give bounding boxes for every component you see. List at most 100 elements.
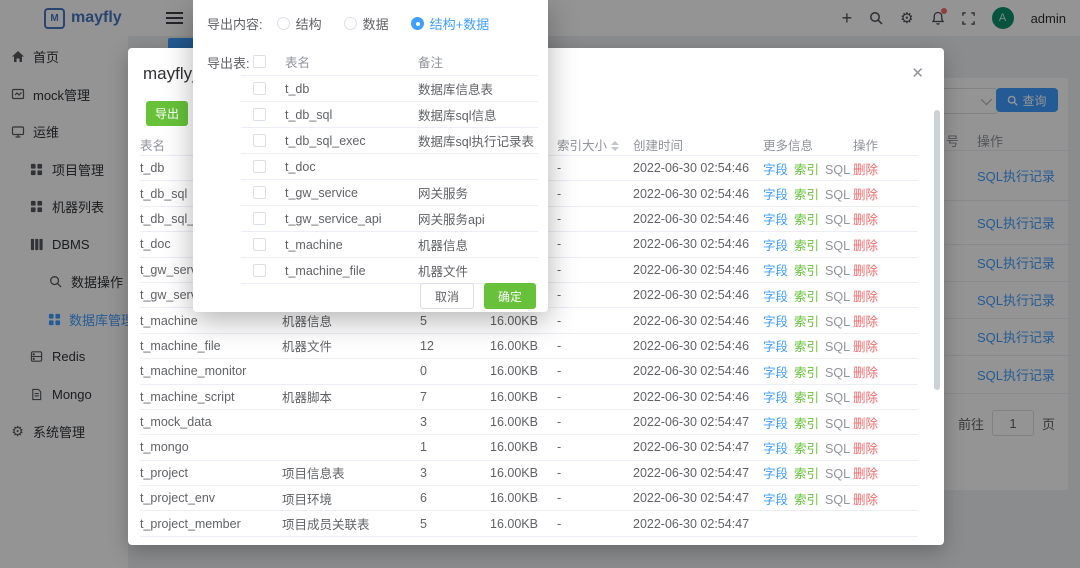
- row-checkbox[interactable]: [253, 186, 266, 199]
- delete-link[interactable]: 删除: [853, 467, 878, 481]
- cell-action: 删除: [853, 235, 918, 254]
- cell-more-info: 字段索引 SQL: [763, 235, 853, 254]
- delete-link[interactable]: 删除: [853, 417, 878, 431]
- fields-link[interactable]: 字段: [763, 239, 788, 253]
- row-checkbox[interactable]: [253, 160, 266, 173]
- export-tables-table: 表名 备注 t_db数据库信息表t_db_sql数据库sql信息t_db_sql…: [241, 48, 538, 284]
- indexes-link[interactable]: 索引: [794, 417, 819, 431]
- indexes-link[interactable]: 索引: [794, 315, 819, 329]
- sql-link[interactable]: SQL: [825, 264, 850, 278]
- indexes-link[interactable]: 索引: [794, 366, 819, 380]
- delete-link[interactable]: 删除: [853, 315, 878, 329]
- delete-link[interactable]: 删除: [853, 213, 878, 227]
- cell-index-size: -: [557, 466, 633, 480]
- cell-table-name: t_doc: [285, 160, 418, 174]
- fields-link[interactable]: 字段: [763, 264, 788, 278]
- vertical-scrollbar[interactable]: [934, 110, 940, 390]
- sql-link[interactable]: SQL: [825, 467, 850, 481]
- row-checkbox[interactable]: [253, 134, 266, 147]
- fields-link[interactable]: 字段: [763, 315, 788, 329]
- select-all-checkbox[interactable]: [253, 55, 266, 68]
- sql-link[interactable]: SQL: [825, 340, 850, 354]
- indexes-link[interactable]: 索引: [794, 188, 819, 202]
- cell-table-name: t_machine: [285, 238, 418, 252]
- cell-more-info: 字段索引 SQL: [763, 159, 853, 178]
- sql-link[interactable]: SQL: [825, 493, 850, 507]
- indexes-link[interactable]: 索引: [794, 264, 819, 278]
- delete-link[interactable]: 删除: [853, 391, 878, 405]
- fields-link[interactable]: 字段: [763, 467, 788, 481]
- close-icon[interactable]: ✕: [911, 64, 924, 82]
- radio-label: 结构: [296, 14, 322, 33]
- fields-link[interactable]: 字段: [763, 442, 788, 456]
- cell-action: 删除: [853, 362, 918, 381]
- row-checkbox[interactable]: [253, 212, 266, 225]
- sql-link[interactable]: SQL: [825, 315, 850, 329]
- fields-link[interactable]: 字段: [763, 366, 788, 380]
- indexes-link[interactable]: 索引: [794, 493, 819, 507]
- delete-link[interactable]: 删除: [853, 493, 878, 507]
- radio-icon: [411, 17, 424, 30]
- export-content-row: 导出内容: 结构数据结构+数据: [207, 12, 489, 34]
- fields-link[interactable]: 字段: [763, 391, 788, 405]
- radio-option-2[interactable]: 结构+数据: [411, 14, 490, 33]
- sql-link[interactable]: SQL: [825, 163, 850, 177]
- fields-link[interactable]: 字段: [763, 493, 788, 507]
- delete-link[interactable]: 删除: [853, 239, 878, 253]
- sql-link[interactable]: SQL: [825, 239, 850, 253]
- delete-link[interactable]: 删除: [853, 188, 878, 202]
- cell-more-info: 字段索引 SQL: [763, 438, 853, 457]
- indexes-link[interactable]: 索引: [794, 442, 819, 456]
- cell-remark: 网关服务: [418, 183, 538, 202]
- cell-more-info: 字段索引 SQL: [763, 286, 853, 305]
- cell-created-time: 2022-06-30 02:54:46: [633, 364, 763, 378]
- dialog-footer: 取消 确定: [420, 283, 536, 309]
- fields-link[interactable]: 字段: [763, 188, 788, 202]
- delete-link[interactable]: 删除: [853, 290, 878, 304]
- sql-link[interactable]: SQL: [825, 366, 850, 380]
- cell-row-count: 3: [420, 466, 490, 480]
- cell-index-size: -: [557, 288, 633, 302]
- row-checkbox[interactable]: [253, 108, 266, 121]
- cell-action: 删除: [853, 159, 918, 178]
- export-button[interactable]: 导出: [146, 101, 188, 126]
- fields-link[interactable]: 字段: [763, 340, 788, 354]
- cell-index-size: -: [557, 364, 633, 378]
- delete-link[interactable]: 删除: [853, 340, 878, 354]
- cell-created-time: 2022-06-30 02:54:46: [633, 339, 763, 353]
- fields-link[interactable]: 字段: [763, 213, 788, 227]
- delete-link[interactable]: 删除: [853, 264, 878, 278]
- indexes-link[interactable]: 索引: [794, 467, 819, 481]
- sort-icon[interactable]: [611, 141, 619, 151]
- delete-link[interactable]: 删除: [853, 442, 878, 456]
- cell-table-name: t_project: [140, 466, 282, 480]
- table-row: t_machine_file机器文件1216.00KB-2022-06-30 0…: [140, 334, 918, 359]
- cell-more-info: 字段索引 SQL: [763, 489, 853, 508]
- fields-link[interactable]: 字段: [763, 163, 788, 177]
- cancel-button[interactable]: 取消: [420, 283, 474, 309]
- sql-link[interactable]: SQL: [825, 290, 850, 304]
- indexes-link[interactable]: 索引: [794, 163, 819, 177]
- row-checkbox[interactable]: [253, 264, 266, 277]
- sql-link[interactable]: SQL: [825, 213, 850, 227]
- sql-link[interactable]: SQL: [825, 442, 850, 456]
- radio-option-1[interactable]: 数据: [344, 14, 389, 33]
- fields-link[interactable]: 字段: [763, 290, 788, 304]
- cell-created-time: 2022-06-30 02:54:47: [633, 466, 763, 480]
- radio-option-0[interactable]: 结构: [277, 14, 322, 33]
- indexes-link[interactable]: 索引: [794, 340, 819, 354]
- fields-link[interactable]: 字段: [763, 417, 788, 431]
- indexes-link[interactable]: 索引: [794, 213, 819, 227]
- delete-link[interactable]: 删除: [853, 163, 878, 177]
- cell-index-size: -: [557, 263, 633, 277]
- delete-link[interactable]: 删除: [853, 366, 878, 380]
- indexes-link[interactable]: 索引: [794, 391, 819, 405]
- indexes-link[interactable]: 索引: [794, 290, 819, 304]
- row-checkbox[interactable]: [253, 82, 266, 95]
- sql-link[interactable]: SQL: [825, 417, 850, 431]
- sql-link[interactable]: SQL: [825, 391, 850, 405]
- confirm-button[interactable]: 确定: [484, 283, 536, 309]
- indexes-link[interactable]: 索引: [794, 239, 819, 253]
- row-checkbox[interactable]: [253, 238, 266, 251]
- sql-link[interactable]: SQL: [825, 188, 850, 202]
